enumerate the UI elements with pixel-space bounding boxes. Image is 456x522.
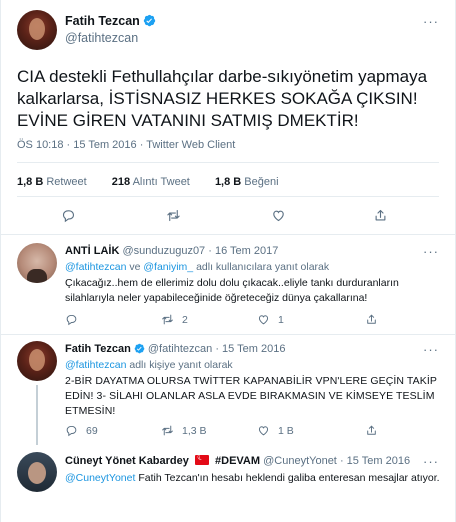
verified-icon xyxy=(143,14,155,27)
mention-link[interactable]: @fatihtezcan xyxy=(65,359,126,371)
reply-button[interactable] xyxy=(65,313,78,326)
replying-to: @fatihtezcan ve @faniyim_ adlı kullanıcı… xyxy=(65,261,330,273)
reply-author-line: Fatih Tezcan @fatihtezcan · 15 Tem 2016 xyxy=(65,343,285,355)
share-icon xyxy=(367,425,376,435)
retweet-icon xyxy=(167,209,180,222)
author-name[interactable]: Fatih Tezcan xyxy=(65,343,131,355)
reply-date[interactable]: · 15 Tem 2016 xyxy=(340,455,410,467)
mention-link[interactable]: @fatihtezcan xyxy=(65,261,126,273)
reply-icon xyxy=(66,314,77,326)
replying-to: @fatihtezcan adlı kişiye yanıt olarak xyxy=(65,359,233,371)
author-handle[interactable]: @fatihtezcan xyxy=(148,343,212,355)
share-button[interactable] xyxy=(365,424,378,437)
more-icon[interactable]: ··· xyxy=(423,342,439,357)
tweet-stats: 1,8 B Retweet 218 Alıntı Tweet 1,8 B Beğ… xyxy=(17,176,279,188)
reply-button[interactable] xyxy=(61,208,76,223)
thread-connector xyxy=(36,385,38,445)
tweet-actions xyxy=(1,208,455,228)
like-button[interactable]: 1 xyxy=(257,313,284,326)
mention-link[interactable]: @faniyim_ xyxy=(143,261,193,273)
reply-text: @CuneytYonet Fatih Tezcan'ın hesabı hekl… xyxy=(65,472,440,484)
reply-button[interactable]: 69 xyxy=(65,424,98,437)
divider xyxy=(1,334,455,335)
author-handle[interactable]: @CuneytYonet xyxy=(263,455,337,467)
reply-author-line: ANTİ LAİK @sunduzuguz07 · 16 Tem 2017 xyxy=(65,245,278,257)
retweet-icon xyxy=(162,314,173,325)
tweet-thread: Fatih Tezcan @fatihtezcan ··· CIA destek… xyxy=(0,0,456,522)
hashtag-link[interactable]: #DEVAM xyxy=(215,455,260,467)
share-button[interactable] xyxy=(365,313,378,326)
divider xyxy=(1,234,455,235)
author-handle[interactable]: @fatihtezcan xyxy=(65,31,138,45)
avatar[interactable] xyxy=(17,10,57,50)
turkey-flag-icon xyxy=(194,452,209,465)
like-button[interactable] xyxy=(271,208,286,223)
reply-icon xyxy=(66,425,77,437)
retweet-icon xyxy=(162,425,173,436)
share-icon xyxy=(375,209,386,221)
author-name[interactable]: ANTİ LAİK xyxy=(65,245,119,257)
verified-icon xyxy=(134,343,145,354)
reply-icon xyxy=(62,210,75,223)
author-name[interactable]: Cüneyt Yönet Kabardey xyxy=(65,455,189,467)
reply-text: Çıkacağız..hem de ellerimiz dolu dolu çı… xyxy=(65,277,399,304)
more-icon[interactable]: ··· xyxy=(423,244,439,259)
reply-date[interactable]: · 16 Tem 2017 xyxy=(208,245,278,257)
heart-icon xyxy=(258,426,269,436)
more-icon[interactable]: ··· xyxy=(423,14,439,29)
divider xyxy=(17,162,439,163)
heart-icon xyxy=(273,210,284,222)
like-stat[interactable]: 1,8 B Beğeni xyxy=(215,176,279,188)
retweet-button[interactable] xyxy=(166,208,181,223)
retweet-button[interactable]: 2 xyxy=(161,313,188,326)
reply-author-line: Cüneyt Yönet Kabardey #DEVAM @CuneytYone… xyxy=(65,452,410,467)
like-button[interactable]: 1 B xyxy=(257,424,294,437)
retweet-button[interactable]: 1,3 B xyxy=(161,424,207,437)
author-handle[interactable]: @sunduzuguz07 xyxy=(122,245,205,257)
quote-stat[interactable]: 218 Alıntı Tweet xyxy=(112,176,190,188)
heart-icon xyxy=(258,315,269,325)
tweet-meta[interactable]: ÖS 10:18 · 15 Tem 2016 · Twitter Web Cli… xyxy=(17,139,235,151)
avatar[interactable] xyxy=(17,452,57,492)
author-name[interactable]: Fatih Tezcan xyxy=(65,14,140,28)
avatar[interactable] xyxy=(17,341,57,381)
tweet-text: CIA destekli Fethullahçılar darbe-sıkıyö… xyxy=(17,67,428,130)
author-line: Fatih Tezcan xyxy=(65,14,156,28)
divider xyxy=(17,196,439,197)
reply-text: 2-BİR DAYATMA OLURSA TWİTTER KAPANABİLİR… xyxy=(65,375,437,417)
avatar[interactable] xyxy=(17,243,57,283)
mention-link[interactable]: @CuneytYonet xyxy=(65,472,135,484)
share-button[interactable] xyxy=(373,208,388,223)
retweet-stat[interactable]: 1,8 B Retweet xyxy=(17,176,87,188)
share-icon xyxy=(367,314,376,324)
more-icon[interactable]: ··· xyxy=(423,454,439,469)
reply-date[interactable]: · 15 Tem 2016 xyxy=(215,343,285,355)
